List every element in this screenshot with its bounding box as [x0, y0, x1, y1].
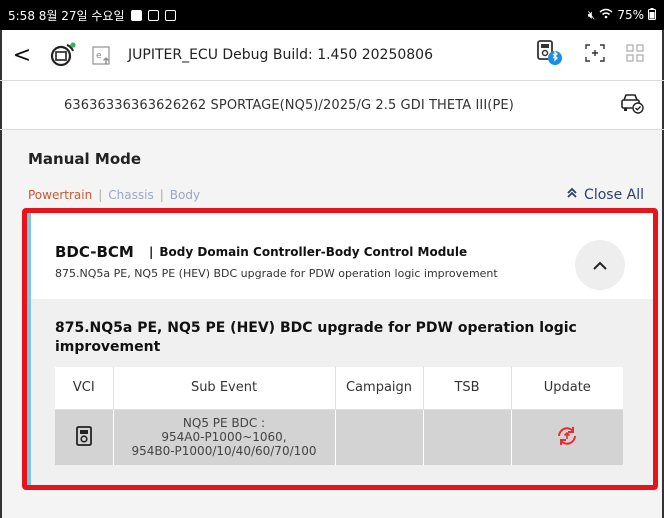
app-notification-icon [147, 9, 159, 21]
mute-icon: 🔇︎ [587, 7, 596, 22]
screenshot-notification-icon [164, 9, 176, 21]
ecu-refresh-icon[interactable] [42, 38, 82, 72]
close-all-label: Close All [584, 187, 644, 203]
vehicle-check-icon[interactable] [620, 92, 644, 118]
main-content: Manual Mode Powertrain | Chassis | Body … [0, 130, 664, 518]
app-toolbar: < e JUPITER_ECU Debug Build: 1.450 20250… [0, 30, 664, 80]
bluetooth-vci-icon[interactable] [534, 39, 564, 71]
status-time-date: 5:58 8월 27일 수요일 [8, 8, 125, 23]
back-button[interactable]: < [2, 43, 42, 68]
grid-icon[interactable] [626, 44, 644, 66]
red-highlight-box [22, 208, 658, 490]
vehicle-info-bar: 63636336363626262 SPORTAGE(NQ5)/2025/G 2… [0, 81, 664, 129]
battery-icon [648, 7, 656, 23]
category-tabs: Powertrain | Chassis | Body [28, 188, 200, 202]
gallery-notification-icon [130, 9, 142, 21]
svg-text:e: e [96, 51, 102, 61]
page-title: Manual Mode [28, 150, 142, 168]
close-all-button[interactable]: Close All [566, 187, 644, 203]
double-chevron-up-icon [566, 187, 578, 203]
e-upload-icon[interactable]: e [82, 38, 122, 72]
tab-powertrain[interactable]: Powertrain [28, 188, 92, 202]
wifi-icon [599, 8, 613, 22]
battery-level: 75% [617, 8, 644, 22]
tab-body[interactable]: Body [170, 188, 200, 202]
scan-focus-icon[interactable] [584, 43, 606, 67]
status-bar: 5:58 8월 27일 수요일 🔇︎ 75% [0, 0, 664, 30]
tab-separator: | [98, 188, 103, 202]
tab-separator: | [159, 188, 164, 202]
toolbar-title: JUPITER_ECU Debug Build: 1.450 20250806 [128, 47, 433, 63]
tab-chassis[interactable]: Chassis [108, 188, 153, 202]
vehicle-info: 63636336363626262 SPORTAGE(NQ5)/2025/G 2… [64, 97, 514, 113]
